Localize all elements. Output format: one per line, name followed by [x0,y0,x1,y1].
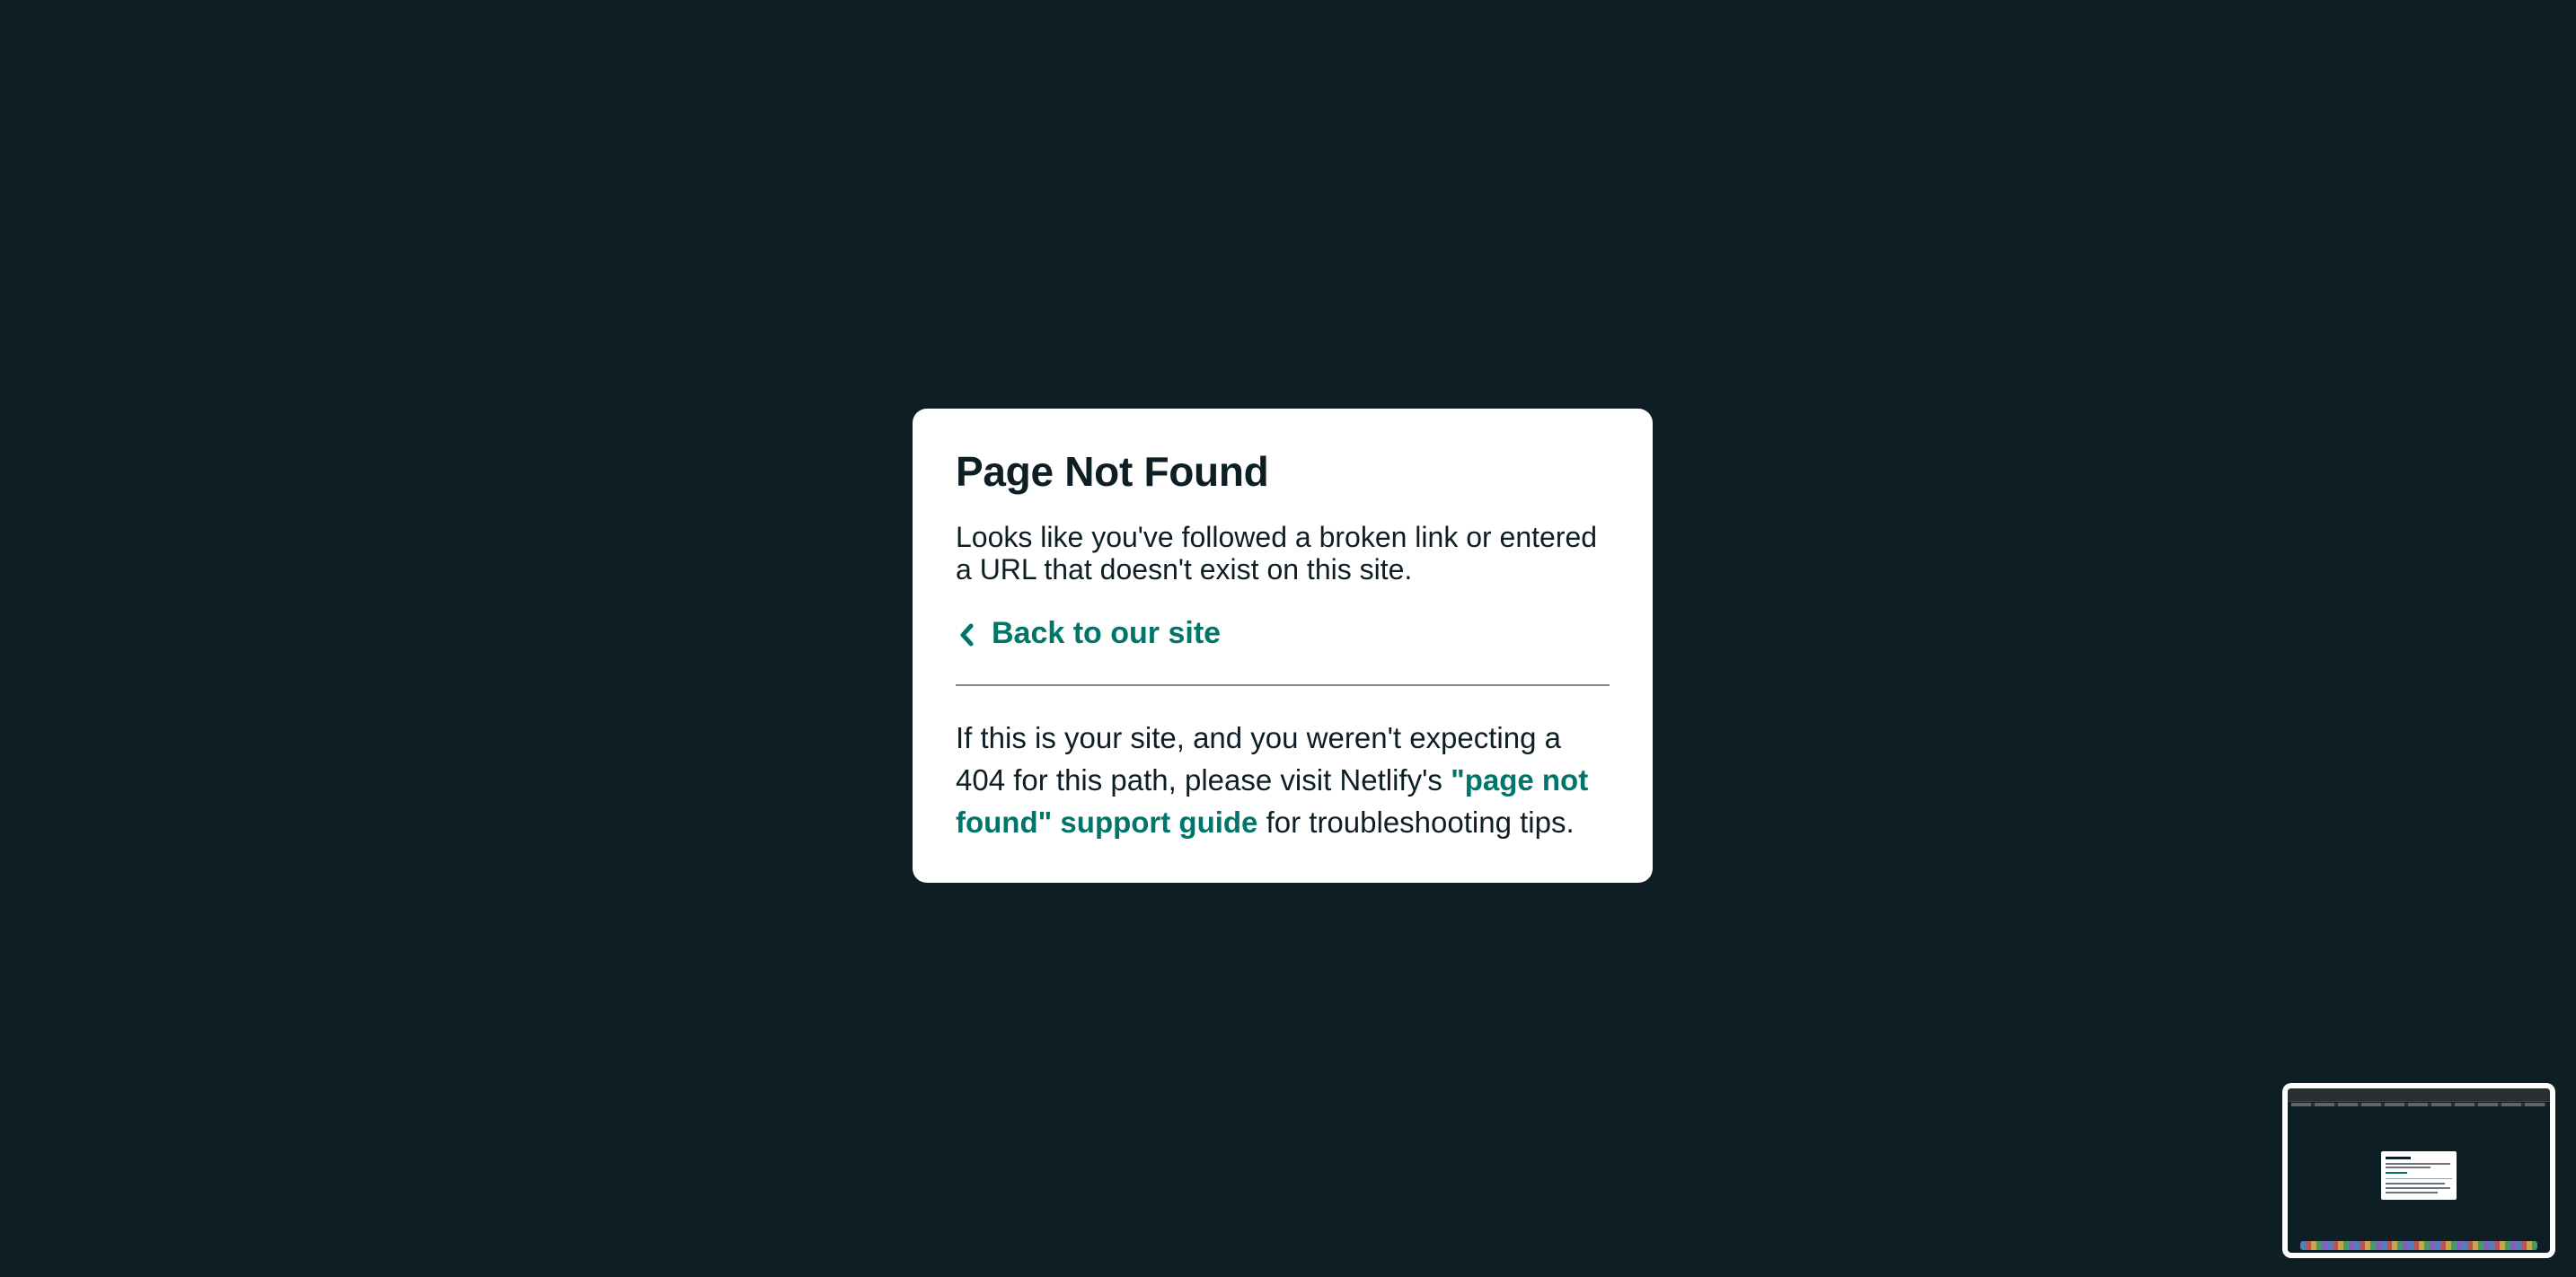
page-background: Page Not Found Looks like you've followe… [0,0,2576,1277]
screenshot-thumbnail[interactable] [2282,1083,2555,1258]
not-found-card: Page Not Found Looks like you've followe… [913,409,1653,883]
back-to-site-link[interactable]: Back to our site [956,616,1221,651]
page-title: Page Not Found [956,448,1269,495]
divider [956,684,1610,687]
thumbnail-dock [2300,1241,2537,1250]
help-text: If this is your site, and you weren't ex… [956,717,1610,843]
thumbnail-menubar [2288,1088,2550,1102]
thumbnail-tabbar [2291,1103,2546,1106]
thumbnail-card [2381,1151,2457,1200]
back-link-label: Back to our site [992,615,1222,650]
chevron-left-icon [956,621,979,647]
thumbnail-screen [2288,1088,2550,1253]
error-description: Looks like you've followed a broken link… [956,520,1598,586]
help-text-after: for troubleshooting tips. [1257,806,1575,840]
